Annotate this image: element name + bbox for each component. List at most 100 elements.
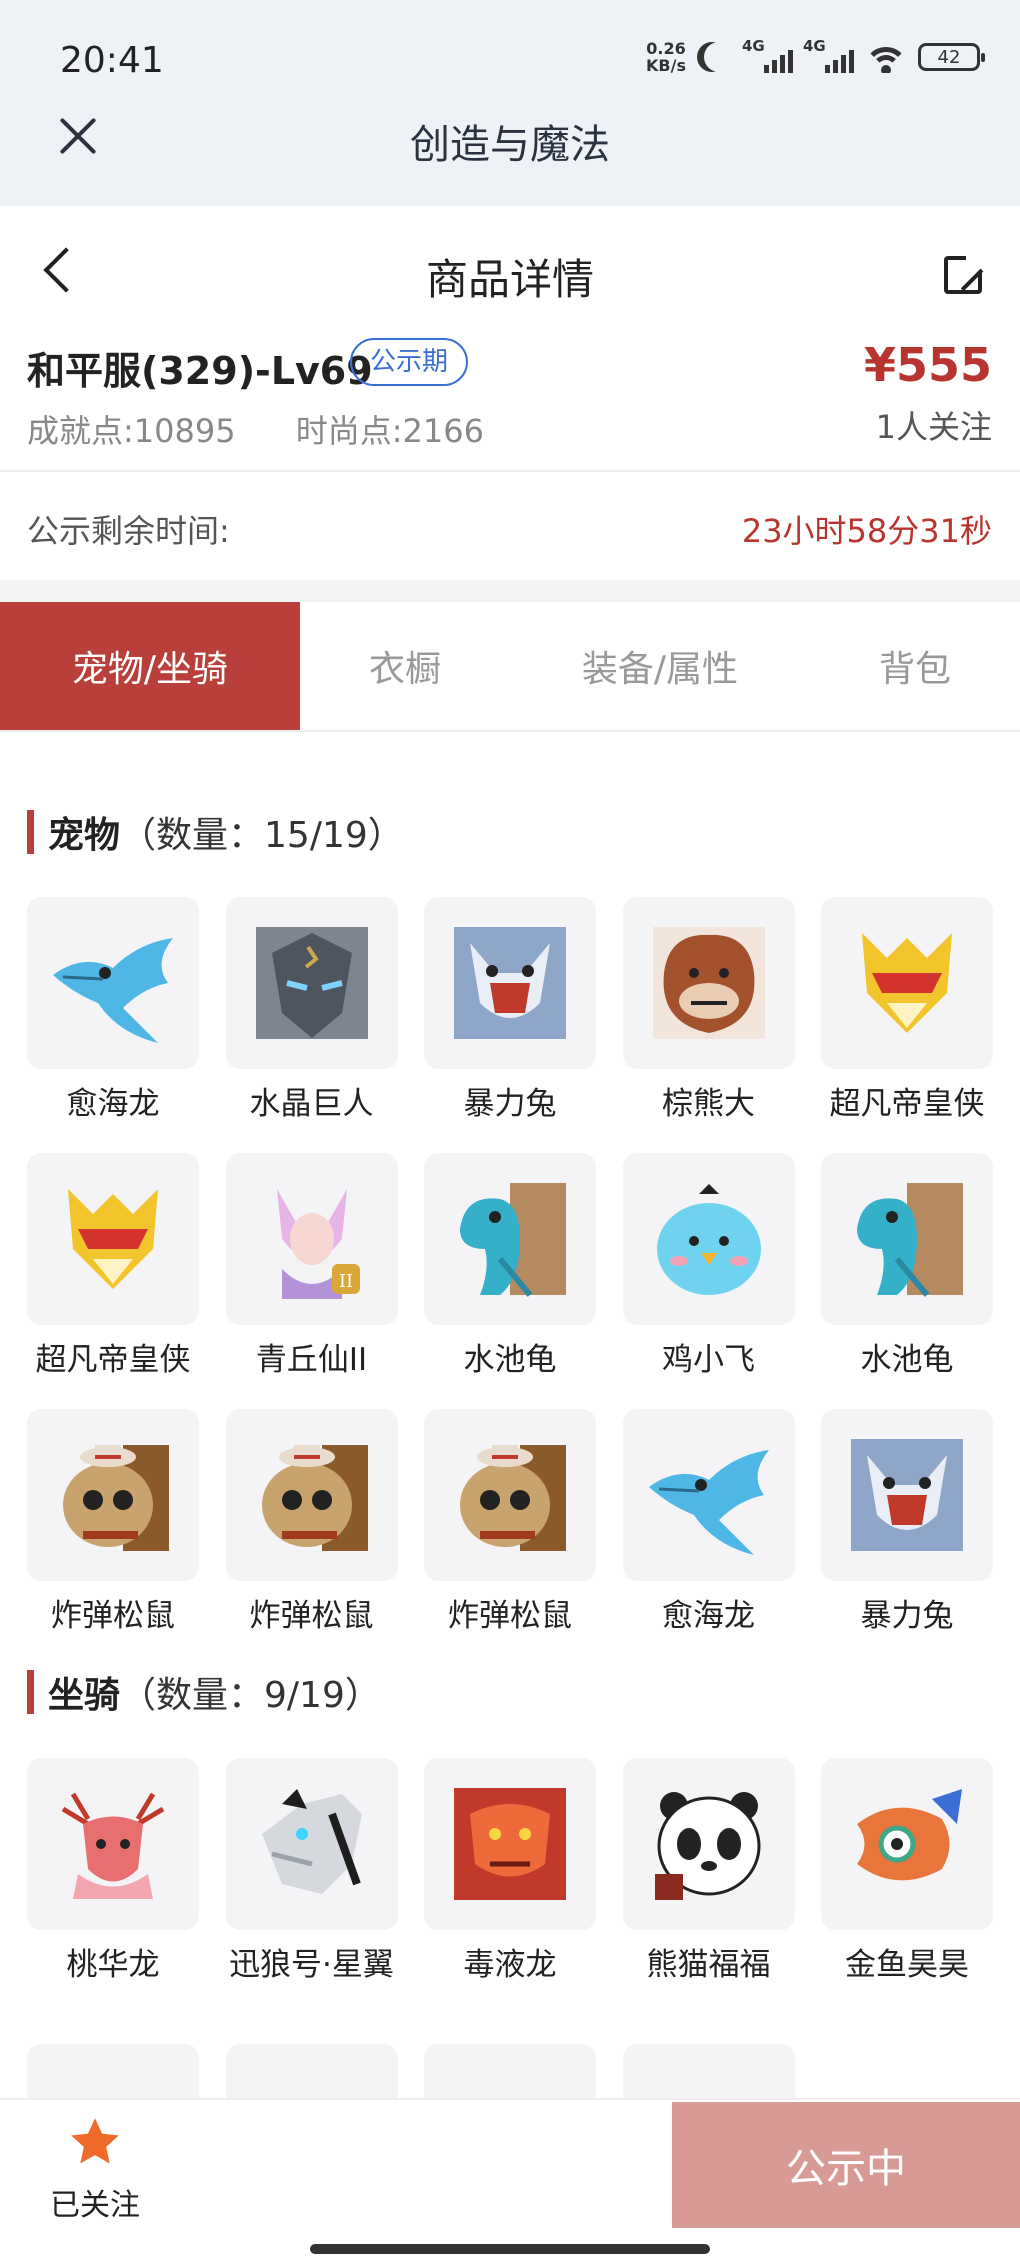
violent-rabbit-icon <box>821 1409 993 1581</box>
list-item[interactable]: 愈海龙 <box>27 897 199 1153</box>
price: ¥555 <box>863 338 992 392</box>
remaining-time: 公示剩余时间: 23小时58分31秒 <box>0 472 1020 580</box>
list-item[interactable]: II 青丘仙II <box>225 1153 398 1409</box>
item-name: 熊猫福福 <box>646 1947 771 1983</box>
follow-button[interactable]: 已关注 <box>40 2114 150 2224</box>
status-button[interactable]: 公示中 <box>672 2102 1020 2228</box>
page-title: 商品详情 <box>425 255 594 304</box>
signal-icon: 4G <box>803 37 854 73</box>
list-item[interactable]: 桃华龙 <box>27 1758 199 2014</box>
tab-pets-mounts[interactable]: 宠物/坐骑 <box>0 602 300 730</box>
list-item[interactable]: 毒液龙 <box>424 1758 596 2014</box>
star-icon <box>71 2118 119 2164</box>
tab-bag[interactable]: 背包 <box>810 602 1020 730</box>
item-name: 炸弹松鼠 <box>51 1598 175 1634</box>
item-name: 鸡小飞 <box>662 1342 755 1378</box>
remaining-value: 23小时58分31秒 <box>741 512 992 550</box>
panda-icon <box>622 1758 795 1930</box>
item-name: 炸弹松鼠 <box>249 1598 374 1634</box>
moon-icon <box>704 42 734 72</box>
section-count: （数量：9/19） <box>120 1675 381 1716</box>
product-stats: 成就点:10895 时尚点:2166 <box>27 406 534 452</box>
mounts-section-header: 坐骑 （数量：9/19） <box>27 1666 381 1718</box>
list-item[interactable]: 暴力兔 <box>821 1409 993 1665</box>
remaining-label: 公示剩余时间: <box>27 512 230 550</box>
fashion-points: 时尚点:2166 <box>295 412 484 450</box>
list-item[interactable]: 鸡小飞 <box>622 1153 795 1409</box>
section-title: 坐骑 <box>48 1675 121 1716</box>
list-item[interactable]: 超凡帝皇侠 <box>27 1153 199 1409</box>
list-item[interactable]: 熊猫福福 <box>622 1758 795 2014</box>
sea-dragon-icon <box>622 1409 795 1581</box>
tab-wardrobe[interactable]: 衣橱 <box>300 602 510 730</box>
list-item[interactable] <box>424 2044 596 2098</box>
status-time: 20:41 <box>60 40 164 81</box>
list-item[interactable]: 水池龟 <box>821 1153 993 1409</box>
status-icons: 0.26 KB/s 4G 4G 42 <box>646 37 985 75</box>
tab-equipment[interactable]: 装备/属性 <box>510 602 810 730</box>
tab-bar: 宠物/坐骑 衣橱 装备/属性 背包 <box>0 602 1020 732</box>
goldfish-icon <box>821 1758 993 1930</box>
list-item[interactable]: 水晶巨人 <box>225 897 398 1153</box>
list-item[interactable]: 金鱼昊昊 <box>821 1758 993 2014</box>
list-item[interactable]: 水池龟 <box>424 1153 596 1409</box>
venom-dragon-icon <box>424 1758 596 1930</box>
item-name: 暴力兔 <box>463 1086 557 1122</box>
emperor-hero-icon <box>27 1153 199 1325</box>
list-item[interactable]: 棕熊大 <box>622 897 795 1153</box>
item-name: 水池龟 <box>463 1342 557 1378</box>
item-name: 棕熊大 <box>662 1086 755 1122</box>
list-item[interactable]: 炸弹松鼠 <box>225 1409 398 1665</box>
item-name: 青丘仙II <box>255 1342 368 1378</box>
net-speed: 0.26 KB/s <box>646 39 686 75</box>
wifi-icon <box>864 41 908 73</box>
item-name: 炸弹松鼠 <box>448 1598 572 1634</box>
brown-bear-icon <box>622 897 795 1069</box>
battery-icon: 42 <box>918 43 985 71</box>
emperor-hero-icon <box>821 897 993 1069</box>
item-name: 金鱼昊昊 <box>845 1947 969 1983</box>
home-indicator[interactable] <box>310 2244 710 2254</box>
item-name: 超凡帝皇侠 <box>35 1342 191 1378</box>
list-item[interactable] <box>622 2044 795 2098</box>
list-item[interactable] <box>27 2044 199 2098</box>
list-item[interactable]: 炸弹松鼠 <box>424 1409 596 1665</box>
sea-dragon-icon <box>27 897 199 1069</box>
mech-wolf-icon <box>225 1758 398 1930</box>
followers-count: 1人关注 <box>875 408 992 446</box>
item-name: 超凡帝皇侠 <box>829 1086 985 1122</box>
crystal-giant-icon <box>225 897 398 1069</box>
pond-turtle-icon <box>821 1153 993 1325</box>
list-item[interactable]: 愈海龙 <box>622 1409 795 1665</box>
list-item[interactable] <box>225 2044 398 2098</box>
achievement-points: 成就点:10895 <box>27 412 236 450</box>
item-name: 暴力兔 <box>860 1598 954 1634</box>
top-bar: 20:41 0.26 KB/s 4G 4G 42 创造与魔法 <box>0 0 1020 206</box>
section-count: （数量：15/19） <box>120 815 404 856</box>
section-title: 宠物 <box>48 815 121 856</box>
signal-icon: 4G <box>742 37 793 73</box>
mounts-grid: 桃华龙 迅狼号·星翼 毒液龙 熊猫福福 金鱼昊昊 <box>27 1758 993 2014</box>
divider <box>0 580 1020 602</box>
list-item[interactable]: 迅狼号·星翼 <box>225 1758 398 2014</box>
svg-text:II: II <box>338 1271 352 1292</box>
page-header: 商品详情 <box>0 206 1020 336</box>
bottom-bar: 已关注 公示中 <box>0 2098 1020 2267</box>
peach-dragon-icon <box>27 1758 199 1930</box>
item-name: 愈海龙 <box>662 1598 755 1634</box>
share-icon[interactable] <box>944 252 986 294</box>
bomb-squirrel-icon <box>27 1409 199 1581</box>
status-badge: 公示期 <box>350 338 469 386</box>
violent-rabbit-icon <box>424 897 596 1069</box>
follow-label: 已关注 <box>50 2188 140 2223</box>
pets-grid: 愈海龙 水晶巨人 暴力兔 棕熊大 超凡帝皇侠 超凡帝皇侠 II 青丘仙II 水池龟 鸡小飞 水池龟炸… <box>27 897 993 1665</box>
app-title: 创造与魔法 <box>410 122 610 168</box>
list-item[interactable]: 超凡帝皇侠 <box>821 897 993 1153</box>
item-name: 水池龟 <box>860 1342 954 1378</box>
product-info: 和平服(329)-Lv69 公示期 成就点:10895 时尚点:2166 ¥55… <box>0 336 1020 470</box>
bomb-squirrel-icon <box>424 1409 596 1581</box>
pond-turtle-icon <box>424 1153 596 1325</box>
item-name: 愈海龙 <box>66 1086 160 1122</box>
list-item[interactable]: 炸弹松鼠 <box>27 1409 199 1665</box>
list-item[interactable]: 暴力兔 <box>424 897 596 1153</box>
